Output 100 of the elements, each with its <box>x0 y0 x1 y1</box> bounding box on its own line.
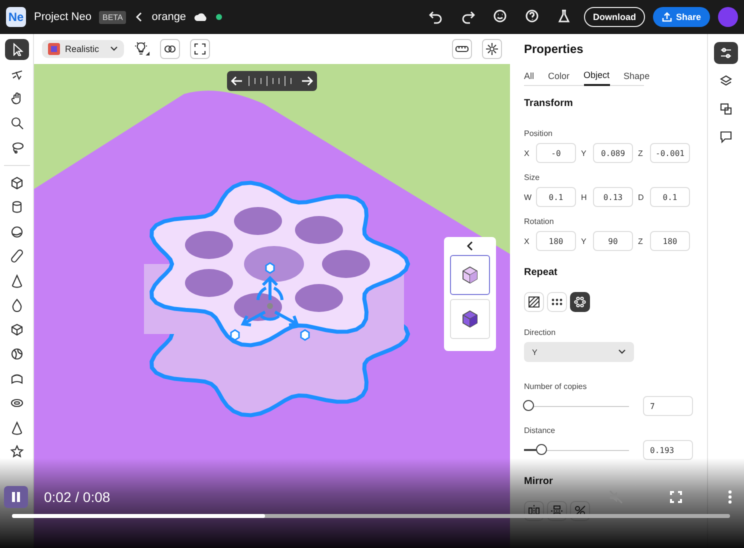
mirror-diagonal-icon <box>574 505 586 517</box>
cube-icon <box>461 266 479 284</box>
section-title: Repeat <box>524 267 558 278</box>
beta-badge: BETA <box>99 10 126 24</box>
star-icon <box>10 445 24 460</box>
capsule-icon <box>10 249 24 264</box>
number-field[interactable]: 0.1 <box>536 187 576 207</box>
number-field[interactable]: 0.193 <box>643 440 693 460</box>
smiley-icon[interactable] <box>492 9 507 25</box>
render-mode-icon <box>48 43 60 55</box>
axis-label: X <box>524 148 530 158</box>
slider-thumb[interactable] <box>523 400 534 411</box>
sphere-icon <box>10 224 24 239</box>
number-field[interactable]: -0.001 <box>650 143 690 163</box>
image-swap-icon <box>719 102 733 116</box>
field-group-label: Rotation <box>524 217 555 226</box>
redo-icon[interactable] <box>460 9 475 25</box>
cylinder-icon <box>10 200 24 214</box>
number-field[interactable]: 0.089 <box>593 143 633 163</box>
properties-tab[interactable]: Object <box>584 70 610 86</box>
material-swatch[interactable] <box>450 255 490 295</box>
chevron-down-icon <box>618 349 626 355</box>
axis-label: Z <box>638 236 644 246</box>
mirror-vertical-icon <box>528 505 540 517</box>
cursor-tool[interactable] <box>4 39 28 60</box>
number-field[interactable]: 7 <box>643 396 693 416</box>
lasso-icon <box>10 140 24 154</box>
fullscreen-icon[interactable] <box>670 491 682 503</box>
properties-tab[interactable]: Shape <box>624 70 650 86</box>
cube-icon <box>10 176 24 190</box>
chevron-down-icon <box>110 46 118 52</box>
pause-button[interactable] <box>4 486 28 508</box>
file-name[interactable]: orange <box>152 11 186 23</box>
hand-icon <box>10 91 24 106</box>
app-logo[interactable]: Ne <box>6 7 26 27</box>
number-field[interactable]: 0.1 <box>650 187 690 207</box>
layers-icon <box>719 74 733 88</box>
frame-button[interactable] <box>190 39 210 59</box>
axis-label: X <box>524 236 530 246</box>
upload-icon <box>662 12 672 22</box>
flask-icon[interactable] <box>556 9 571 25</box>
burst-button[interactable] <box>482 39 502 59</box>
repeat-mode-button[interactable] <box>570 292 590 312</box>
section-title: Transform <box>524 98 574 109</box>
number-field[interactable]: 180 <box>536 231 576 251</box>
frame-icon <box>193 42 207 56</box>
properties-tab[interactable]: All <box>524 70 534 86</box>
section-title: Mirror <box>524 476 554 487</box>
render-mode-dropdown[interactable]: Realistic <box>42 40 124 58</box>
number-field[interactable]: 0.13 <box>593 187 633 207</box>
help-icon[interactable] <box>524 9 539 25</box>
axis-label: H <box>581 192 588 202</box>
number-field[interactable]: -0 <box>536 143 576 163</box>
cone-icon <box>10 420 24 435</box>
undo-icon[interactable] <box>428 9 443 25</box>
video-time: 0:02 / 0:08 <box>44 489 112 505</box>
zoom-icon <box>10 116 24 130</box>
dot-grid-icon <box>551 296 563 308</box>
radial-dots-icon <box>574 296 586 308</box>
axis-label: Y <box>581 148 588 158</box>
axis-label: Z <box>638 148 644 158</box>
slider-label: Distance <box>524 426 556 435</box>
cut-cube-icon <box>10 322 24 337</box>
field-group-label: Direction <box>524 328 557 337</box>
axis-label: D <box>638 192 645 202</box>
axis-label: Y <box>581 236 588 246</box>
ruler-button[interactable] <box>452 39 472 59</box>
properties-tab[interactable]: Color <box>548 70 570 86</box>
cone-icon <box>10 274 24 288</box>
cube-icon <box>461 310 479 328</box>
slider-thumb[interactable] <box>536 444 547 455</box>
panel-title: Properties <box>524 42 584 56</box>
app-name: Project Neo <box>34 11 92 23</box>
share-button[interactable]: Share <box>652 7 710 27</box>
number-field[interactable]: 180 <box>650 231 690 251</box>
light-bulb-icon[interactable] <box>134 41 150 57</box>
user-avatar[interactable] <box>718 7 738 27</box>
comment-icon <box>719 130 733 144</box>
pause-icon <box>10 491 22 503</box>
link-button[interactable] <box>160 39 180 59</box>
back-chevron-icon[interactable] <box>134 11 144 23</box>
sliders-panel-button[interactable] <box>714 42 738 64</box>
cloud-icon <box>194 12 208 22</box>
video-progress-track[interactable] <box>12 514 730 518</box>
status-dot-icon <box>216 14 222 20</box>
burst-icon <box>485 42 499 56</box>
sliders-icon <box>719 46 733 60</box>
field-group-label: Size <box>524 173 541 182</box>
direction-dropdown[interactable]: Y <box>524 342 634 362</box>
axis-label: W <box>524 192 531 202</box>
drop-icon <box>10 298 24 312</box>
globe-icon <box>10 347 24 362</box>
number-field[interactable]: 90 <box>593 231 633 251</box>
more-options-icon[interactable] <box>728 490 732 504</box>
download-button[interactable]: Download <box>584 7 645 27</box>
collapse-chevron-icon[interactable] <box>466 241 474 251</box>
slider-label: Number of copies <box>524 382 588 391</box>
hatch-pattern-icon <box>528 296 540 308</box>
orbit-control[interactable] <box>227 71 317 91</box>
shape-icon <box>10 372 24 386</box>
